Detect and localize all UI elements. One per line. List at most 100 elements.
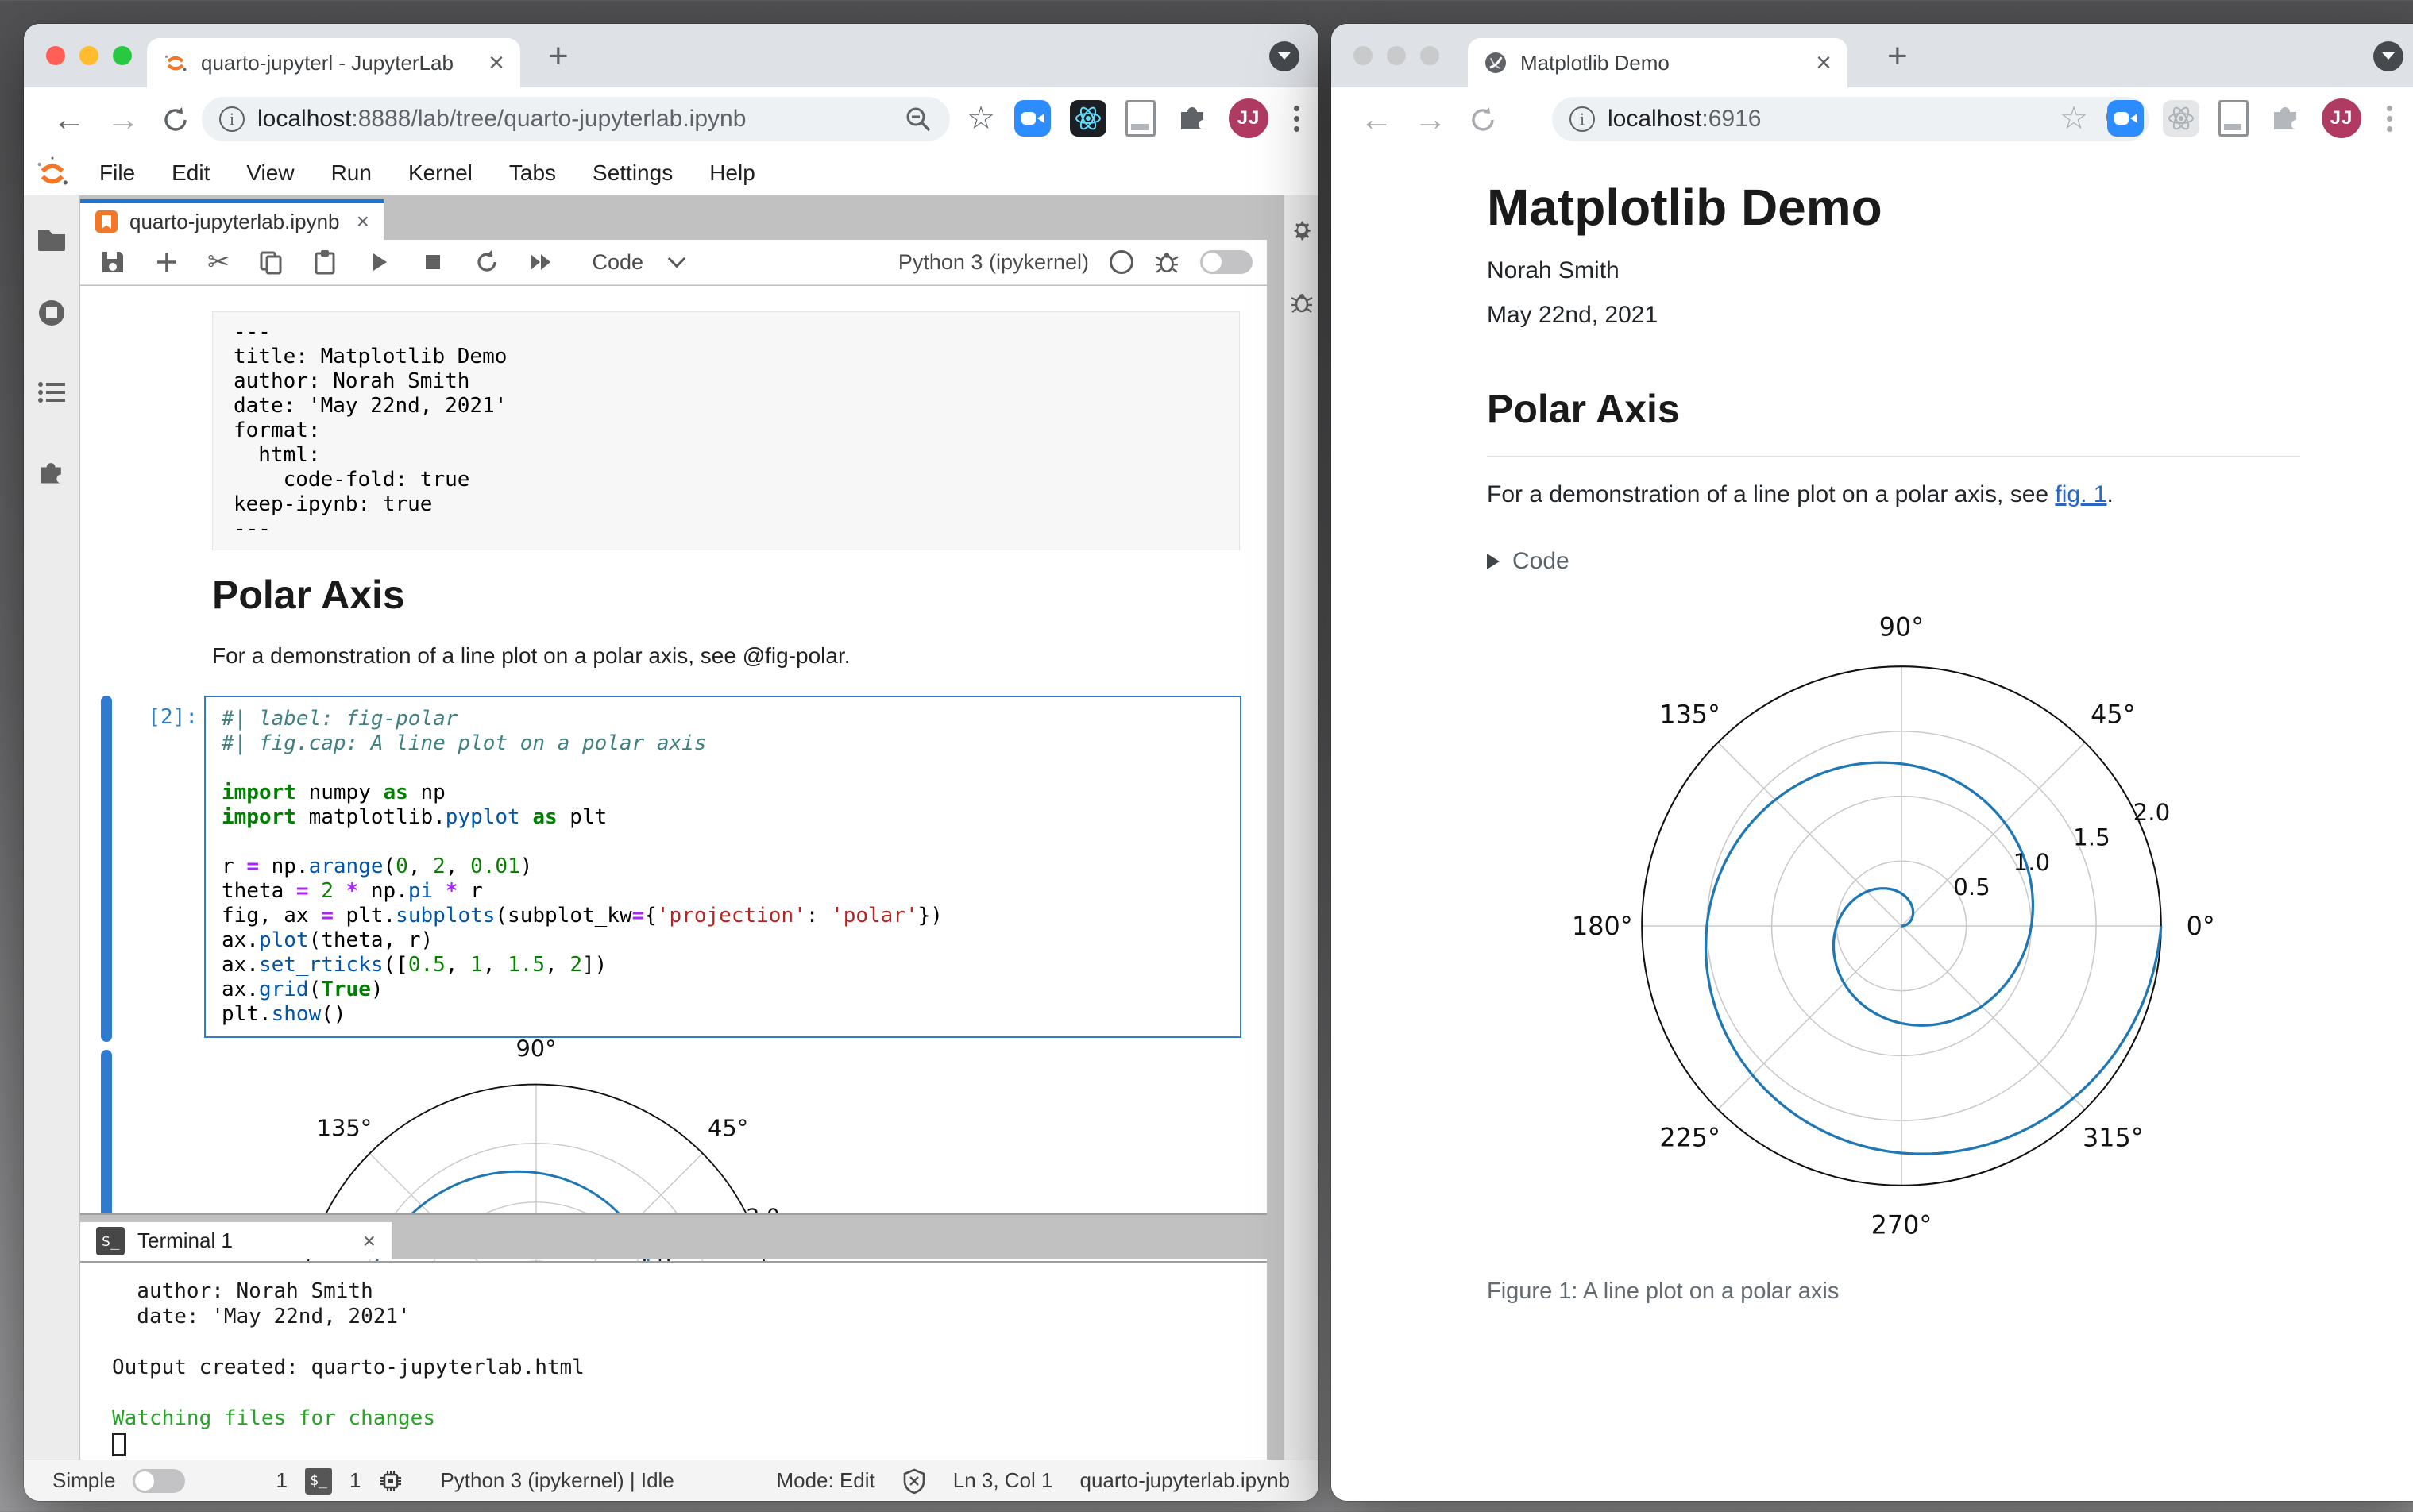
menu-edit[interactable]: Edit <box>153 160 228 186</box>
forward-button[interactable]: → <box>106 100 140 138</box>
forward-button[interactable]: → <box>1414 100 1447 138</box>
paste-cell-button[interactable] <box>311 249 338 276</box>
code-cell[interactable]: #| label: fig-polar #| fig.cap: A line pl… <box>204 696 1241 1038</box>
toolbar-bug-icon[interactable] <box>1154 249 1179 275</box>
new-tab-button[interactable]: + <box>548 37 569 76</box>
tab-close-icon[interactable]: × <box>488 49 504 76</box>
yaml-line: date: 'May 22nd, 2021' <box>234 394 508 418</box>
extension-manager-icon[interactable] <box>36 456 68 488</box>
url-text: localhost:8888/lab/tree/quarto-jupyterla… <box>257 106 747 132</box>
close-window-button[interactable] <box>46 46 65 65</box>
reload-button[interactable] <box>1468 105 1498 135</box>
running-kernels-icon[interactable] <box>36 297 68 329</box>
traffic-lights <box>46 46 132 65</box>
notebook-tab[interactable]: quarto-jupyterlab.ipynb × <box>80 199 384 240</box>
code-line: #| label: fig-polar <box>222 707 458 731</box>
polar-figure-svg: 0° 45° 90° 135° 180° 225° 270° 315° 0.5 1.0 1.5 2.0 <box>1572 611 2215 1240</box>
terminal-count-icon[interactable]: $_ <box>304 1467 332 1495</box>
notebook-tab-close-icon[interactable]: × <box>357 210 369 233</box>
svg-text:270°: 270° <box>1871 1210 1932 1240</box>
site-info-icon[interactable]: i <box>219 106 245 132</box>
menu-run[interactable]: Run <box>313 160 390 186</box>
property-inspector-gear-icon[interactable] <box>1290 218 1314 241</box>
window-titlebar[interactable]: quarto-jupyterl - JupyterLab × + <box>24 24 1318 87</box>
svg-text:315°: 315° <box>2083 1122 2144 1152</box>
browser-menu-icon[interactable] <box>1288 105 1306 132</box>
address-bar[interactable]: i localhost:8888/lab/tree/quarto-jupyter… <box>202 97 950 141</box>
restart-kernel-button[interactable] <box>473 249 500 276</box>
back-button[interactable]: ← <box>1360 100 1393 138</box>
cell-type-dropdown[interactable]: Code <box>593 250 644 275</box>
menu-view[interactable]: View <box>228 160 312 186</box>
add-cell-button[interactable] <box>153 249 180 276</box>
bookmark-star-icon[interactable]: ☆ <box>967 100 995 137</box>
zoom-extension-icon[interactable] <box>1014 100 1051 137</box>
menu-tabs[interactable]: Tabs <box>491 160 574 186</box>
document-extension-icon[interactable] <box>2218 100 2249 137</box>
table-of-contents-icon[interactable] <box>36 376 68 408</box>
zoom-extension-icon[interactable] <box>2107 100 2144 137</box>
minimize-window-button[interactable] <box>1387 46 1406 65</box>
menu-help[interactable]: Help <box>691 160 774 186</box>
kernel-chip-icon[interactable] <box>378 1468 403 1494</box>
cut-cell-button[interactable]: ✂ <box>207 246 230 278</box>
interrupt-kernel-button[interactable] <box>419 249 446 276</box>
file-browser-icon[interactable] <box>36 224 68 256</box>
kernel-status-text[interactable]: Python 3 (ipykernel) | Idle <box>440 1468 674 1493</box>
bookmark-star-icon[interactable]: ☆ <box>2060 100 2088 137</box>
close-window-button[interactable] <box>1353 46 1373 65</box>
tab-search-button[interactable] <box>1269 41 1299 71</box>
debugger-toggle[interactable] <box>1200 250 1253 274</box>
mode-indicator[interactable]: Mode: Edit <box>776 1468 874 1493</box>
panel-resize-handle[interactable] <box>80 1213 1267 1220</box>
zoom-window-button[interactable] <box>1420 46 1439 65</box>
document-extension-icon[interactable] <box>1125 100 1156 137</box>
tab-search-button[interactable] <box>2373 41 2403 71</box>
svg-text:225°: 225° <box>1659 1122 1720 1152</box>
zoom-out-page-icon[interactable] <box>904 105 932 133</box>
browser-tab-matplotlib-demo[interactable]: Matplotlib Demo × <box>1468 38 1847 87</box>
kernel-name[interactable]: Python 3 (ipykernel) <box>898 250 1089 275</box>
menu-kernel[interactable]: Kernel <box>390 160 491 186</box>
svg-text:45°: 45° <box>708 1114 748 1141</box>
url-text: localhost:6916 <box>1608 106 1762 132</box>
restart-run-all-button[interactable] <box>527 249 554 276</box>
react-devtools-icon[interactable] <box>2163 100 2199 137</box>
site-info-icon[interactable]: i <box>1569 106 1595 132</box>
kernel-status-icon[interactable] <box>1110 250 1133 274</box>
back-button[interactable]: ← <box>52 100 86 138</box>
simple-mode-toggle[interactable] <box>133 1468 186 1493</box>
figure-link[interactable]: fig. 1 <box>2055 481 2106 507</box>
cell-collapser[interactable] <box>101 696 112 1042</box>
menu-settings[interactable]: Settings <box>574 160 691 186</box>
cell-type-chevron-icon[interactable] <box>667 249 686 268</box>
trust-shield-icon[interactable] <box>902 1468 926 1494</box>
extensions-puzzle-icon[interactable] <box>1175 101 1210 136</box>
profile-avatar[interactable]: JJ <box>2322 98 2361 138</box>
code-fold-toggle[interactable]: Code <box>1487 548 1569 575</box>
debugger-bug-icon[interactable] <box>1290 291 1314 314</box>
tab-close-icon[interactable]: × <box>1816 49 1832 76</box>
browser-menu-icon[interactable] <box>2380 105 2399 132</box>
window-titlebar[interactable]: Matplotlib Demo × + <box>1331 24 2413 87</box>
terminal-output[interactable]: author: Norah Smith date: 'May 22nd, 202… <box>80 1261 1267 1460</box>
terminal-tab-close-icon[interactable]: × <box>363 1229 376 1252</box>
output-collapser[interactable] <box>101 1050 112 1240</box>
run-cell-button[interactable] <box>365 249 392 276</box>
minimize-window-button[interactable] <box>79 46 98 65</box>
zoom-window-button[interactable] <box>113 46 132 65</box>
save-button[interactable] <box>99 249 126 276</box>
profile-avatar[interactable]: JJ <box>1229 98 1268 138</box>
extensions-puzzle-icon[interactable] <box>2268 101 2303 136</box>
reload-button[interactable] <box>160 105 191 135</box>
menu-file[interactable]: File <box>81 160 153 186</box>
yaml-frontmatter-cell[interactable]: --- title: Matplotlib Demo author: Norah S… <box>212 311 1240 550</box>
react-devtools-icon[interactable] <box>1070 100 1106 137</box>
terminal-tab[interactable]: $_ Terminal 1 × <box>80 1222 392 1259</box>
cursor-position[interactable]: Ln 3, Col 1 <box>953 1468 1053 1493</box>
new-tab-button[interactable]: + <box>1887 37 1908 76</box>
copy-cell-button[interactable] <box>257 249 284 276</box>
code-line: ax.plot(theta, r) <box>222 928 434 952</box>
jupyterlab-menubar: File Edit View Run Kernel Tabs Settings Help <box>24 151 1318 195</box>
browser-tab-jupyterlab[interactable]: quarto-jupyterl - JupyterLab × <box>147 38 520 87</box>
